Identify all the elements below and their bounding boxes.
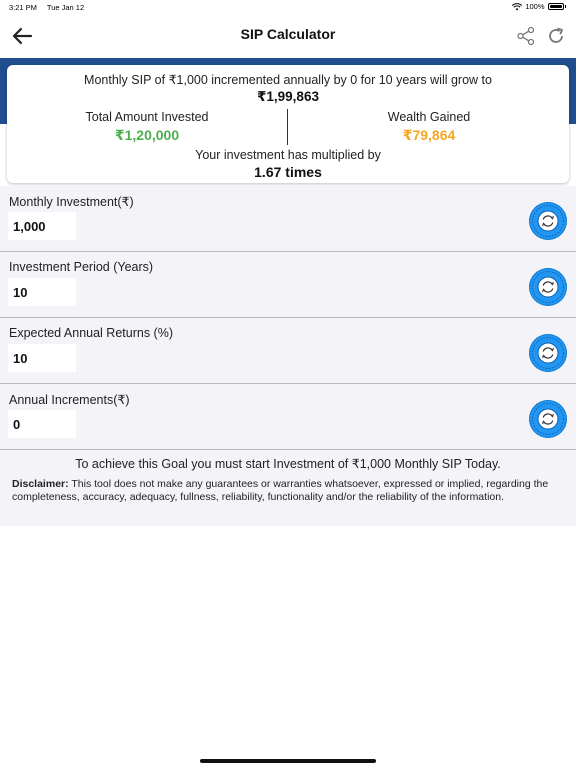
battery-icon (547, 3, 564, 10)
status-right: 100% (512, 2, 566, 11)
share-icon[interactable] (516, 26, 536, 46)
sync-icon (532, 403, 564, 435)
wealth-value: ₹79,864 (402, 127, 456, 143)
status-date: Tue Jan 12 (46, 3, 85, 12)
multiplied-value: 1.67 times (254, 164, 322, 180)
annual-increments-action-button[interactable] (529, 400, 567, 438)
multiplied-label: Your investment has multiplied by (195, 148, 381, 162)
monthly-investment-action-button[interactable] (529, 202, 567, 240)
nav-bar: SIP Calculator (0, 14, 576, 59)
summary-divider (287, 109, 288, 145)
summary-card: Monthly SIP of ₹1,000 incremented annual… (7, 65, 569, 183)
field-label: Expected Annual Returns (%) (9, 326, 173, 340)
field-label: Monthly Investment(₹) (9, 195, 134, 209)
invested-value: ₹1,20,000 (114, 127, 180, 143)
invested-label: Total Amount Invested (85, 110, 209, 124)
expected-returns-action-button[interactable] (529, 334, 567, 372)
expected-returns-input[interactable] (8, 344, 76, 372)
monthly-investment-input[interactable] (8, 212, 76, 240)
summary-total-value: ₹1,99,863 (257, 89, 319, 104)
page-title: SIP Calculator (240, 26, 336, 42)
investment-period-action-button[interactable] (529, 268, 567, 306)
investment-period-input[interactable] (8, 278, 76, 306)
goal-text: To achieve this Goal you must start Inve… (75, 457, 501, 471)
refresh-icon[interactable] (546, 26, 566, 46)
disclaimer-text: This tool does not make any guarantees o… (12, 478, 549, 503)
field-investment-period: Investment Period (Years) (0, 252, 576, 318)
wifi-icon (512, 2, 523, 10)
field-label: Annual Increments(₹) (9, 393, 130, 407)
annual-increments-input[interactable] (8, 410, 76, 438)
calculator-form: Monthly Investment(₹) Investment Period … (0, 186, 576, 526)
status-time: 3:21 PM (9, 3, 37, 12)
disclaimer: Disclaimer: This tool does not make any … (12, 478, 562, 504)
invested-column: Total Amount Invested ₹1,20,000 (7, 110, 287, 144)
home-indicator[interactable] (200, 759, 376, 763)
field-annual-increments: Annual Increments(₹) (0, 384, 576, 450)
sync-icon (532, 271, 564, 303)
field-label: Investment Period (Years) (9, 260, 154, 274)
status-bar: 3:21 PM Tue Jan 12 100% (0, 0, 576, 14)
disclaimer-label: Disclaimer: (12, 478, 69, 490)
field-expected-returns: Expected Annual Returns (%) (0, 318, 576, 384)
sync-icon (532, 337, 564, 369)
battery-percent: 100% (525, 2, 545, 11)
sync-icon (532, 205, 564, 237)
battery-tip (564, 5, 566, 8)
wealth-column: Wealth Gained ₹79,864 (289, 110, 569, 144)
status-left: 3:21 PM Tue Jan 12 (9, 3, 92, 12)
field-monthly-investment: Monthly Investment(₹) (0, 186, 576, 252)
wealth-label: Wealth Gained (387, 110, 471, 124)
summary-headline: Monthly SIP of ₹1,000 incremented annual… (84, 73, 492, 87)
